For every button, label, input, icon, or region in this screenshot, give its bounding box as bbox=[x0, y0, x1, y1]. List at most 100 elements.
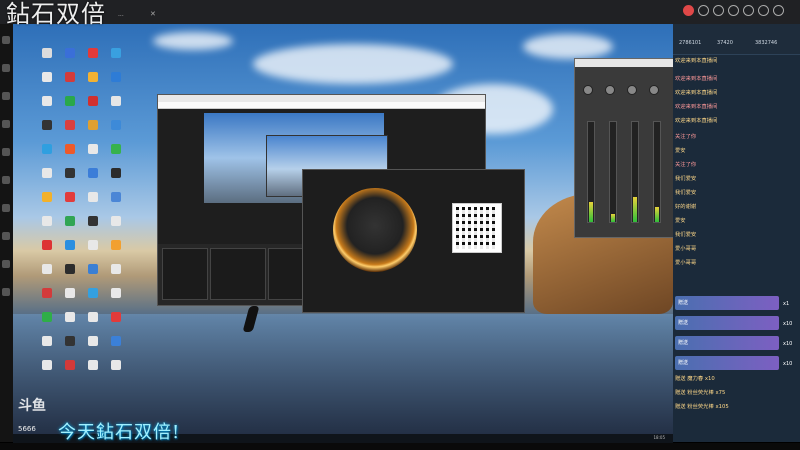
sidebar-icon[interactable] bbox=[2, 120, 10, 128]
scenes-dock[interactable] bbox=[162, 248, 208, 300]
desktop-icon[interactable] bbox=[81, 214, 104, 236]
desktop-icon[interactable] bbox=[35, 286, 58, 308]
desktop-icon[interactable] bbox=[104, 262, 127, 284]
desktop-icon[interactable] bbox=[58, 358, 81, 380]
desktop-icon[interactable] bbox=[58, 118, 81, 140]
desktop-icon[interactable] bbox=[104, 94, 127, 116]
desktop-icon[interactable] bbox=[58, 190, 81, 212]
desktop-icon[interactable] bbox=[81, 166, 104, 188]
desktop-icon[interactable] bbox=[35, 358, 58, 380]
desktop-icon[interactable] bbox=[81, 358, 104, 380]
desktop-icon[interactable] bbox=[81, 286, 104, 308]
window-tab[interactable]: ... bbox=[118, 11, 124, 18]
chat-message: 欢迎来到本直播间 bbox=[675, 90, 717, 97]
clock-icon[interactable] bbox=[698, 5, 709, 16]
gift-message: 赠送 魔力春 x10 bbox=[675, 376, 715, 382]
desktop-icon[interactable] bbox=[104, 118, 127, 140]
desktop-icon[interactable] bbox=[35, 70, 58, 92]
desktop-icon[interactable] bbox=[81, 310, 104, 332]
desktop-icon[interactable] bbox=[35, 46, 58, 68]
mixer-fader[interactable] bbox=[631, 121, 639, 223]
desktop-icon[interactable] bbox=[58, 166, 81, 188]
desktop-icon[interactable] bbox=[35, 238, 58, 260]
sidebar-icon[interactable] bbox=[2, 260, 10, 268]
desktop-icon[interactable] bbox=[81, 334, 104, 356]
audio-mixer-window bbox=[574, 58, 673, 238]
desktop-icon[interactable] bbox=[81, 190, 104, 212]
desktop-icon[interactable] bbox=[104, 310, 127, 332]
desktop-icon[interactable] bbox=[104, 70, 127, 92]
record-icon[interactable] bbox=[683, 5, 694, 16]
sidebar-icon[interactable] bbox=[2, 36, 10, 44]
desktop-icon[interactable] bbox=[35, 262, 58, 284]
desktop-icon[interactable] bbox=[35, 310, 58, 332]
desktop-icon[interactable] bbox=[58, 310, 81, 332]
sidebar-icon[interactable] bbox=[2, 204, 10, 212]
mixer-knob[interactable] bbox=[605, 85, 615, 95]
desktop-icon[interactable] bbox=[58, 142, 81, 164]
desktop-icon[interactable] bbox=[35, 94, 58, 116]
mixer-knob[interactable] bbox=[583, 85, 593, 95]
media-overlay-window bbox=[302, 169, 525, 313]
desktop-icon[interactable] bbox=[104, 142, 127, 164]
sidebar-icon[interactable] bbox=[2, 92, 10, 100]
desktop-icon[interactable] bbox=[58, 286, 81, 308]
sources-dock[interactable] bbox=[210, 248, 266, 300]
desktop-icon[interactable] bbox=[104, 238, 127, 260]
left-sidebar bbox=[0, 24, 13, 442]
chat-message: 欢迎来到本直播间 bbox=[675, 118, 717, 125]
sidebar-icon[interactable] bbox=[2, 288, 10, 296]
sidebar-icon[interactable] bbox=[2, 232, 10, 240]
mixer-fader[interactable] bbox=[653, 121, 661, 223]
chat-message-text: 我们爱安 bbox=[675, 176, 697, 182]
desktop-icon[interactable] bbox=[35, 118, 58, 140]
desktop-icon[interactable] bbox=[35, 190, 58, 212]
mixer-knob[interactable] bbox=[649, 85, 659, 95]
desktop-icon[interactable] bbox=[81, 70, 104, 92]
tab-close-icon[interactable]: ✕ bbox=[150, 10, 156, 18]
chat-message-text: 关注了你 bbox=[675, 134, 697, 140]
obs-titlebar[interactable] bbox=[158, 95, 485, 102]
sidebar-icon[interactable] bbox=[2, 148, 10, 156]
desktop-icon[interactable] bbox=[81, 46, 104, 68]
sidebar-icon[interactable] bbox=[2, 176, 10, 184]
desktop-icon[interactable] bbox=[104, 46, 127, 68]
desktop-icon[interactable] bbox=[58, 46, 81, 68]
chat-message-text: 欢迎来到本直播间 bbox=[675, 118, 718, 124]
desktop-icon[interactable] bbox=[58, 238, 81, 260]
desktop-icon[interactable] bbox=[81, 262, 104, 284]
chat-message-text: 爱安 bbox=[675, 218, 686, 224]
desktop-icon[interactable] bbox=[35, 214, 58, 236]
desktop-icon[interactable] bbox=[81, 142, 104, 164]
avatar[interactable] bbox=[713, 5, 724, 16]
obs-menubar[interactable] bbox=[158, 102, 485, 109]
settings-icon[interactable] bbox=[758, 5, 769, 16]
desktop-icon[interactable] bbox=[104, 214, 127, 236]
desktop-icon[interactable] bbox=[35, 142, 58, 164]
desktop-icon[interactable] bbox=[58, 262, 81, 284]
desktop-icon[interactable] bbox=[81, 118, 104, 140]
desktop-icon[interactable] bbox=[104, 286, 127, 308]
mixer-fader[interactable] bbox=[609, 121, 617, 223]
chat-message-text: 欢迎来到本直播间 bbox=[675, 90, 718, 96]
mixer-titlebar[interactable] bbox=[575, 59, 673, 67]
desktop-icon[interactable] bbox=[81, 238, 104, 260]
desktop-icon[interactable] bbox=[104, 334, 127, 356]
desktop-icon[interactable] bbox=[58, 94, 81, 116]
desktop-icon[interactable] bbox=[35, 334, 58, 356]
desktop-icon[interactable] bbox=[104, 190, 127, 212]
sidebar-icon[interactable] bbox=[2, 64, 10, 72]
notification-icon[interactable] bbox=[728, 5, 739, 16]
desktop-icon[interactable] bbox=[104, 358, 127, 380]
mail-icon[interactable] bbox=[743, 5, 754, 16]
chat-message-text: 爱小哥哥 bbox=[675, 260, 697, 266]
desktop-icon[interactable] bbox=[58, 214, 81, 236]
close-icon[interactable] bbox=[773, 5, 784, 16]
desktop-icon[interactable] bbox=[58, 334, 81, 356]
desktop-icon[interactable] bbox=[104, 166, 127, 188]
mixer-knob[interactable] bbox=[627, 85, 637, 95]
desktop-icon[interactable] bbox=[58, 70, 81, 92]
desktop-icon[interactable] bbox=[35, 166, 58, 188]
desktop-icon[interactable] bbox=[81, 94, 104, 116]
mixer-fader[interactable] bbox=[587, 121, 595, 223]
